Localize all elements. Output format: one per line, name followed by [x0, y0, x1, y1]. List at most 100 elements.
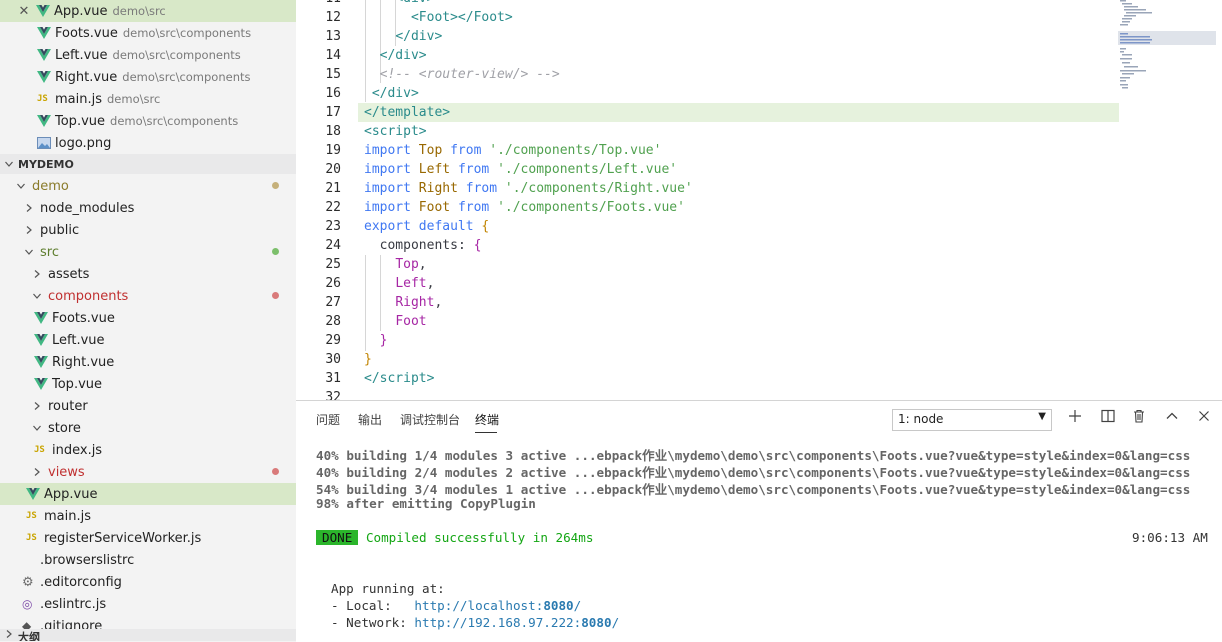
js-icon: JS — [37, 94, 48, 104]
explorer-section-header[interactable]: MYDEMO — [0, 154, 296, 174]
tab-output[interactable]: 输出 — [358, 411, 382, 428]
trash-icon[interactable] — [1130, 409, 1148, 427]
open-editor-item[interactable]: Right.vue demo\src\components — [0, 66, 296, 88]
tree-item[interactable]: JS main.js — [0, 505, 296, 527]
tree-item[interactable]: demo — [0, 175, 296, 197]
tree-item[interactable]: src — [0, 241, 296, 263]
minimap[interactable] — [1118, 0, 1222, 100]
tree-item[interactable]: router — [0, 395, 296, 417]
line-number: 15 — [325, 67, 341, 82]
tab-terminal[interactable]: 终端 — [475, 411, 499, 428]
close-icon[interactable]: ✕ — [18, 4, 30, 19]
code-line[interactable]: import Foot from './components/Foots.vue… — [364, 200, 685, 215]
line-number: 32 — [325, 390, 341, 400]
code-line[interactable]: <!-- <router-view/> --> — [364, 67, 560, 82]
code-line[interactable]: Foot — [364, 314, 426, 329]
chevron-down-icon — [32, 291, 42, 301]
add-terminal-icon[interactable] — [1066, 409, 1084, 427]
line-number: 29 — [325, 333, 341, 348]
tree-item[interactable]: views — [0, 461, 296, 483]
tree-item[interactable]: .browserslistrc — [0, 549, 296, 571]
local-url-link[interactable]: http://localhost:8080/ — [414, 598, 581, 613]
tree-item[interactable]: assets — [0, 263, 296, 285]
line-number: 23 — [325, 219, 341, 234]
tree-item[interactable]: components — [0, 285, 296, 307]
tree-item[interactable]: public — [0, 219, 296, 241]
line-number: 17 — [325, 105, 341, 120]
code-line[interactable]: components: { — [364, 238, 482, 253]
code-line[interactable]: export default { — [364, 219, 489, 234]
terminal-line: 98% after emitting CopyPlugin — [316, 496, 536, 511]
outline-section-header[interactable]: 大纲 — [0, 629, 296, 641]
tree-item[interactable]: JS registerServiceWorker.js — [0, 527, 296, 549]
tree-item[interactable]: ⚙ .editorconfig — [0, 571, 296, 593]
open-editor-item[interactable]: ✕ App.vue demo\src — [0, 0, 296, 22]
tree-item-label: .browserslistrc — [40, 552, 135, 568]
vue-icon — [34, 356, 52, 368]
code-line[interactable]: Left, — [364, 276, 434, 291]
bottom-panel: 问题 输出 调试控制台 终端 1: node ▼ 40% building 1/… — [296, 400, 1222, 642]
code-line[interactable]: </script> — [364, 371, 434, 386]
line-number: 12 — [325, 10, 341, 25]
tree-item[interactable]: JS index.js — [0, 439, 296, 461]
code-line[interactable]: import Top from './components/Top.vue' — [364, 143, 661, 158]
line-number: 24 — [325, 238, 341, 253]
terminal-select[interactable]: 1: node ▼ — [892, 409, 1052, 431]
open-editor-path: demo\src — [107, 92, 161, 106]
line-number: 16 — [325, 86, 341, 101]
explorer-sidebar: ✕ App.vue demo\src Foots.vue demo\src\compon… — [0, 0, 296, 641]
tree-item[interactable]: App.vue — [0, 483, 296, 505]
line-number: 20 — [325, 162, 341, 177]
open-editor-item[interactable]: JS main.js demo\src — [0, 88, 296, 110]
chevron-right-icon — [24, 225, 34, 235]
app-running-label: App running at: — [331, 581, 445, 596]
tree-item[interactable]: Top.vue — [0, 373, 296, 395]
tree-item[interactable]: store — [0, 417, 296, 439]
open-editor-name: Top.vue — [55, 113, 106, 129]
code-editor[interactable]: 11 <div> 12 <Foot></Foot> 13 </div> 14 </di… — [296, 0, 1222, 400]
code-line[interactable]: } — [364, 352, 372, 367]
tree-item[interactable]: Right.vue — [0, 351, 296, 373]
tree-item[interactable]: node_modules — [0, 197, 296, 219]
code-line[interactable]: Top, — [364, 257, 426, 272]
open-editor-item[interactable]: logo.png — [0, 132, 296, 154]
code-line[interactable]: </template> — [364, 105, 450, 120]
maximize-panel-icon[interactable] — [1163, 409, 1181, 427]
open-editor-name: Foots.vue — [55, 25, 118, 41]
tree-item[interactable]: Left.vue — [0, 329, 296, 351]
network-url-link[interactable]: http://192.168.97.222:8080/ — [414, 615, 619, 630]
close-panel-icon[interactable] — [1195, 409, 1213, 427]
line-number: 30 — [325, 352, 341, 367]
code-line[interactable]: <div> — [364, 0, 434, 6]
line-number: 22 — [325, 200, 341, 215]
open-editor-path: demo\src\components — [110, 114, 239, 128]
code-line[interactable]: } — [364, 333, 388, 348]
open-editor-name: Left.vue — [55, 47, 108, 63]
code-line[interactable]: </div> — [364, 29, 442, 44]
code-line[interactable]: </div> — [364, 48, 427, 63]
tab-debug-console[interactable]: 调试控制台 — [400, 411, 460, 428]
line-number: 25 — [325, 257, 341, 272]
code-line[interactable]: </div> — [364, 86, 419, 101]
active-tab-underline — [475, 432, 497, 433]
tree-item-label: store — [48, 420, 81, 436]
code-line[interactable]: import Left from './components/Left.vue' — [364, 162, 677, 177]
open-editor-item[interactable]: Left.vue demo\src\components — [0, 44, 296, 66]
status-dot — [272, 248, 279, 255]
split-terminal-icon[interactable] — [1099, 409, 1117, 427]
local-port: 8080 — [543, 598, 574, 613]
chevron-down-icon: ▼ — [1038, 411, 1046, 422]
tree-item[interactable]: ◎ .eslintrc.js — [0, 593, 296, 615]
status-dot — [272, 182, 279, 189]
chevron-down-icon — [32, 423, 42, 433]
tree-item-label: main.js — [44, 508, 91, 524]
tree-item[interactable]: Foots.vue — [0, 307, 296, 329]
code-line[interactable]: <script> — [364, 124, 427, 139]
open-editor-name: logo.png — [55, 135, 112, 151]
code-line[interactable]: Right, — [364, 295, 442, 310]
tab-problems[interactable]: 问题 — [316, 411, 340, 428]
code-line[interactable]: import Right from './components/Right.vu… — [364, 181, 693, 196]
code-line[interactable]: <Foot></Foot> — [364, 10, 513, 25]
open-editor-item[interactable]: Top.vue demo\src\components — [0, 110, 296, 132]
open-editor-item[interactable]: Foots.vue demo\src\components — [0, 22, 296, 44]
